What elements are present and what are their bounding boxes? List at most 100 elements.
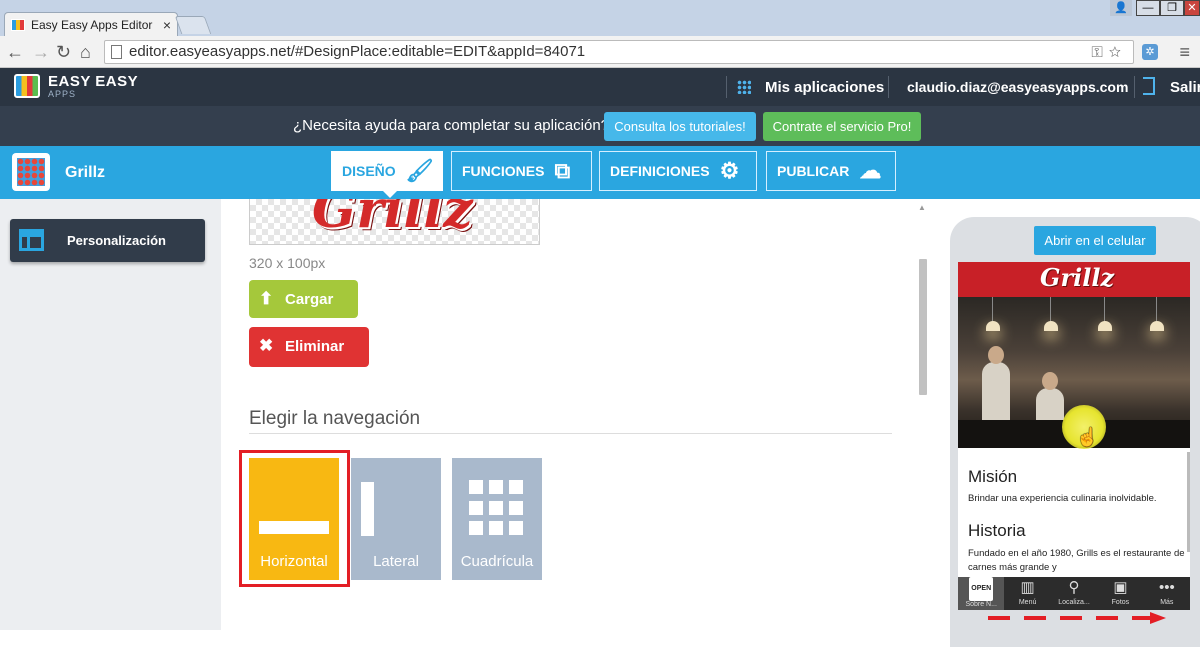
preview-scrollbar[interactable] <box>1187 452 1190 552</box>
open-sign-icon: OPEN <box>958 577 1004 601</box>
editor-scrollbar[interactable]: ▲ <box>915 199 933 630</box>
new-tab-button[interactable] <box>174 16 212 34</box>
tab-label: FUNCIONES <box>462 163 545 179</box>
preview-header: Grillz <box>958 262 1190 297</box>
upload-button[interactable]: ⬆ Cargar <box>249 280 358 318</box>
nav-option-lateral[interactable]: Lateral <box>351 458 441 580</box>
phone-frame: Abrir en el celular Grillz ☝ Misión Brin… <box>950 217 1200 647</box>
preview-tab-label: Fotos <box>1111 599 1130 606</box>
logout-link[interactable]: Salir <box>1170 79 1200 96</box>
editor-panel: Grillz 320 x 100px ⬆ Cargar ✖ Eliminar E… <box>221 199 915 630</box>
preview-area: Abrir en el celular Grillz ☝ Misión Brin… <box>933 199 1200 647</box>
vertical-bar-icon <box>361 482 374 536</box>
sidebar-item-personalizacion[interactable]: Personalización <box>10 219 205 262</box>
lamp <box>986 297 1000 331</box>
upload-label: Cargar <box>285 291 334 308</box>
reload-icon[interactable]: ↻ <box>56 42 71 63</box>
layout-icon <box>19 229 44 251</box>
home-icon[interactable]: ⌂ <box>80 42 91 63</box>
grid-icon <box>469 480 525 536</box>
address-bar[interactable]: editor.easyeasyapps.net/#DesignPlace:edi… <box>104 40 1134 64</box>
app-icon <box>12 153 50 191</box>
tags-icon: ⧉ <box>554 158 571 183</box>
tab-publicar[interactable]: PUBLICAR ☁ <box>766 151 896 191</box>
divider <box>726 76 727 98</box>
maximize-button[interactable]: ❐ <box>1160 0 1184 16</box>
divider <box>888 76 889 98</box>
preview-tab-sobre[interactable]: OPEN Sobre N... <box>958 577 1005 610</box>
tab-close-icon[interactable]: × <box>163 17 171 33</box>
easyeasy-logo-icon <box>14 74 40 98</box>
image-icon: ▣ <box>1113 579 1128 596</box>
minimize-button[interactable]: — <box>1136 0 1160 16</box>
logo-size-hint: 320 x 100px <box>249 255 326 271</box>
divider <box>1134 76 1135 98</box>
brush-icon: 🖌 <box>405 158 434 183</box>
apps-grid-icon[interactable] <box>737 80 751 94</box>
tab-funciones[interactable]: FUNCIONES ⧉ <box>451 151 592 191</box>
extension-icon[interactable]: ✲ <box>1142 44 1158 60</box>
history-title: Historia <box>968 521 1026 540</box>
preview-tabbar: OPEN Sobre N... ▥ Menú ⚲ Localiza... ▣ F… <box>958 577 1190 610</box>
lamp <box>1150 297 1164 331</box>
book-icon: ▥ <box>1020 579 1035 596</box>
browser-tab-title: Easy Easy Apps Editor <box>31 17 153 32</box>
hand-cursor-icon: ☝ <box>1076 427 1099 447</box>
gear-icon: ⚙ <box>719 158 740 183</box>
scrollbar-thumb[interactable] <box>919 259 927 395</box>
preview-tab-label: Localiza... <box>1058 599 1090 606</box>
user-email[interactable]: claudio.diaz@easyeasyapps.com <box>907 79 1128 95</box>
arrow-up-icon: ⬆ <box>259 289 274 308</box>
favicon-icon <box>11 18 25 31</box>
preview-tab-mas[interactable]: ••• Más <box>1144 577 1190 610</box>
logout-icon[interactable] <box>1143 77 1155 95</box>
preview-tab-label: Menú <box>1018 599 1037 606</box>
delete-label: Eliminar <box>285 338 345 355</box>
browser-toolbar: ← → ↻ ⌂ editor.easyeasyapps.net/#DesignP… <box>0 36 1200 68</box>
back-icon[interactable]: ← <box>6 42 24 63</box>
delete-button[interactable]: ✖ Eliminar <box>249 327 369 367</box>
navigation-heading: Elegir la navegación <box>249 408 421 429</box>
browser-menu-icon[interactable]: ≡ <box>1179 42 1190 63</box>
dashed-arrow-annotation <box>988 612 1166 624</box>
app-name: Grillz <box>65 164 106 181</box>
logo-preview: Grillz <box>249 199 540 245</box>
my-apps-link[interactable]: Mis aplicaciones <box>765 79 884 96</box>
preview-tab-menu[interactable]: ▥ Menú <box>1004 577 1050 610</box>
history-text: Fundado en el año 1980, Grills es el res… <box>968 548 1185 573</box>
tab-diseno[interactable]: DISEÑO 🖌 <box>331 151 443 198</box>
mission-title: Misión <box>968 467 1018 486</box>
forward-icon[interactable]: → <box>32 42 50 63</box>
preview-tab-localizacion[interactable]: ⚲ Localiza... <box>1051 577 1097 610</box>
browser-tab[interactable]: Easy Easy Apps Editor × <box>4 12 178 36</box>
logo-text: EASY EASY <box>48 73 139 90</box>
tab-definiciones[interactable]: DEFINICIONES ⚙ <box>599 151 757 191</box>
page-icon <box>111 45 122 59</box>
logo-preview-text: Grillz <box>312 199 473 240</box>
open-on-phone-button[interactable]: Abrir en el celular <box>1034 226 1156 255</box>
preview-tab-fotos[interactable]: ▣ Fotos <box>1097 577 1143 610</box>
nav-option-label: Lateral <box>373 553 419 570</box>
map-pin-icon: ⚲ <box>1068 579 1080 596</box>
address-url: editor.easyeasyapps.net/#DesignPlace:edi… <box>129 43 586 60</box>
pro-service-button[interactable]: Contrate el servicio Pro! <box>763 112 921 141</box>
bookmark-star-icon[interactable]: ⚿☆ <box>1091 42 1127 64</box>
nav-option-label: Cuadrícula <box>460 553 534 570</box>
close-window-button[interactable]: ✕ <box>1184 0 1200 16</box>
sidebar-item-label: Personalización <box>67 233 166 248</box>
scroll-up-icon[interactable]: ▲ <box>918 203 926 212</box>
phone-screen[interactable]: Grillz ☝ Misión Brindar una experiencia … <box>958 262 1190 610</box>
preview-tab-label: Más <box>1160 599 1174 606</box>
nav-option-cuadricula[interactable]: Cuadrícula <box>452 458 542 580</box>
more-icon: ••• <box>1158 579 1175 596</box>
tab-label: PUBLICAR <box>777 163 850 179</box>
tab-label: DEFINICIONES <box>610 163 710 179</box>
cloud-upload-icon: ☁ <box>859 158 882 183</box>
tutorials-button[interactable]: Consulta los tutoriales! <box>604 112 756 141</box>
help-text: ¿Necesita ayuda para completar su aplica… <box>293 117 610 134</box>
preview-tab-label: Sobre N... <box>965 601 997 608</box>
profile-icon[interactable]: 👤 <box>1110 0 1132 16</box>
lamp <box>1044 297 1058 331</box>
selection-highlight <box>239 450 350 587</box>
sidebar: Personalización <box>0 199 221 630</box>
